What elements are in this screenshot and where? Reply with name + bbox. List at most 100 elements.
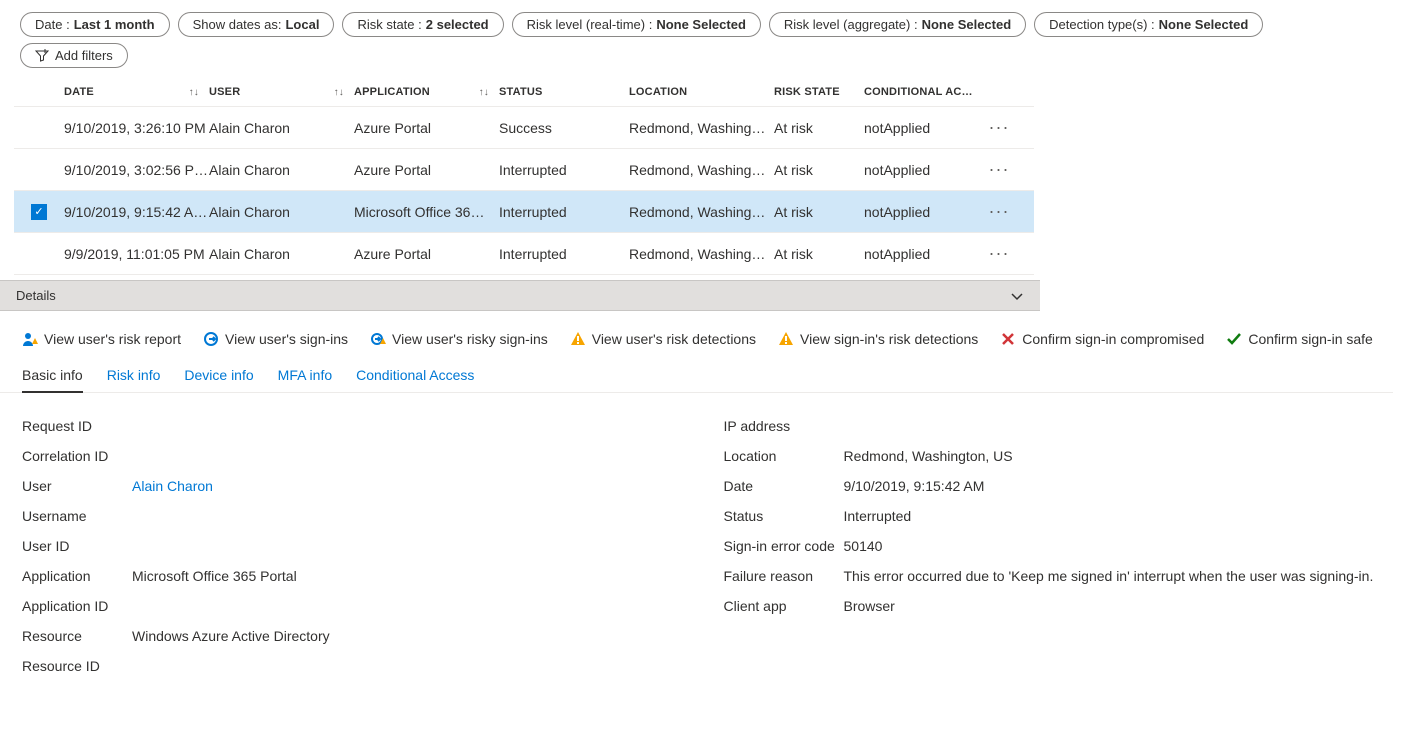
view-signin-risk-detections-button[interactable]: View sign-in's risk detections: [778, 331, 978, 347]
value-request-id: [132, 418, 684, 434]
cell-location: Redmond, Washing…: [629, 120, 774, 136]
cell-risk-state: At risk: [774, 162, 864, 178]
label-resource: Resource: [22, 628, 132, 644]
filter-date[interactable]: Date : Last 1 month: [20, 12, 170, 37]
cell-user: Alain Charon: [209, 162, 354, 178]
tab-basic-info[interactable]: Basic info: [22, 361, 83, 393]
signins-grid: Date ↑↓ User ↑↓ Application ↑↓ Status Locat…: [14, 78, 1034, 280]
value-user-link[interactable]: Alain Charon: [132, 478, 684, 494]
sort-icon[interactable]: ↑↓: [189, 87, 199, 98]
table-row[interactable]: 9/9/2019, 8:48:39 PMAlain CharonAzure Po…: [14, 275, 1034, 280]
cell-user: Alain Charon: [209, 246, 354, 262]
label-failure-reason: Failure reason: [724, 568, 844, 584]
view-user-signins-button[interactable]: View user's sign-ins: [203, 331, 348, 347]
value-username: [132, 508, 684, 524]
cell-location: Redmond, Washing…: [629, 162, 774, 178]
tab-mfa-info[interactable]: MFA info: [278, 361, 332, 392]
cell-date: 9/10/2019, 3:26:10 PM: [64, 120, 209, 136]
sort-icon[interactable]: ↑↓: [479, 87, 489, 98]
row-more-icon[interactable]: ···: [979, 201, 1019, 222]
filter-detection-type[interactable]: Detection type(s) : None Selected: [1034, 12, 1263, 37]
label-user-id: User ID: [22, 538, 132, 554]
cell-date: 9/9/2019, 11:01:05 PM: [64, 246, 209, 262]
signin-icon: [203, 331, 219, 347]
view-user-risk-report-button[interactable]: View user's risk report: [22, 331, 181, 347]
cell-status: Interrupted: [499, 204, 629, 220]
details-panel-header[interactable]: Details: [0, 280, 1040, 311]
confirm-safe-button[interactable]: Confirm sign-in safe: [1226, 331, 1373, 347]
label-date: Date: [724, 478, 844, 494]
label-username: Username: [22, 508, 132, 524]
warning-icon: [778, 331, 794, 347]
table-row[interactable]: 9/9/2019, 11:01:05 PMAlain CharonAzure P…: [14, 233, 1034, 275]
cell-status: Interrupted: [499, 246, 629, 262]
col-user[interactable]: User: [209, 86, 240, 98]
cell-risk-state: At risk: [774, 246, 864, 262]
add-filters-label: Add filters: [55, 48, 113, 63]
cell-application: Azure Portal: [354, 120, 499, 136]
tab-conditional-access[interactable]: Conditional Access: [356, 361, 474, 392]
label-application-id: Application ID: [22, 598, 132, 614]
warning-icon: [570, 331, 586, 347]
filter-show-dates[interactable]: Show dates as: Local: [178, 12, 335, 37]
label-application: Application: [22, 568, 132, 584]
cell-application: Azure Portal: [354, 246, 499, 262]
col-risk-state[interactable]: Risk state: [774, 86, 864, 98]
row-more-icon[interactable]: ···: [979, 243, 1019, 264]
cell-user: Alain Charon: [209, 204, 354, 220]
cell-risk-state: At risk: [774, 204, 864, 220]
value-failure-reason: This error occurred due to 'Keep me sign…: [844, 568, 1386, 584]
add-filters-button[interactable]: Add filters: [20, 43, 128, 68]
details-actions: View user's risk report View user's sign…: [0, 311, 1407, 357]
value-date: 9/10/2019, 9:15:42 AM: [844, 478, 1386, 494]
label-resource-id: Resource ID: [22, 658, 132, 674]
cell-application: Microsoft Office 36…: [354, 204, 499, 220]
chevron-down-icon: [1010, 289, 1024, 303]
table-row[interactable]: 9/10/2019, 9:15:42 A…Alain CharonMicroso…: [14, 191, 1034, 233]
value-error-code: 50140: [844, 538, 1386, 554]
row-more-icon[interactable]: ···: [979, 117, 1019, 138]
label-request-id: Request ID: [22, 418, 132, 434]
label-status: Status: [724, 508, 844, 524]
tab-device-info[interactable]: Device info: [184, 361, 253, 392]
cell-date: 9/10/2019, 9:15:42 A…: [64, 204, 209, 220]
col-date[interactable]: Date: [64, 86, 94, 98]
value-correlation-id: [132, 448, 684, 464]
cell-user: Alain Charon: [209, 120, 354, 136]
confirm-compromised-button[interactable]: Confirm sign-in compromised: [1000, 331, 1204, 347]
tab-risk-info[interactable]: Risk info: [107, 361, 161, 392]
filter-risk-realtime[interactable]: Risk level (real-time) : None Selected: [512, 12, 761, 37]
label-ip: IP address: [724, 418, 844, 434]
col-application[interactable]: Application: [354, 86, 430, 98]
col-location[interactable]: Location: [629, 86, 774, 98]
filter-risk-state[interactable]: Risk state : 2 selected: [342, 12, 503, 37]
view-user-risky-signins-button[interactable]: View user's risky sign-ins: [370, 331, 548, 347]
value-resource: Windows Azure Active Directory: [132, 628, 684, 644]
table-row[interactable]: 9/10/2019, 3:26:10 PMAlain CharonAzure P…: [14, 107, 1034, 149]
add-filter-icon: [35, 49, 49, 63]
basic-info-panel: Request ID Correlation ID UserAlain Char…: [0, 393, 1407, 699]
sort-icon[interactable]: ↑↓: [334, 87, 344, 98]
table-row[interactable]: 9/10/2019, 3:02:56 P…Alain CharonAzure P…: [14, 149, 1034, 191]
filter-risk-aggregate[interactable]: Risk level (aggregate) : None Selected: [769, 12, 1026, 37]
label-error-code: Sign-in error code: [724, 538, 844, 554]
col-conditional-access[interactable]: Conditional Acce…: [864, 86, 979, 98]
cell-conditional: notApplied: [864, 246, 979, 262]
grid-header: Date ↑↓ User ↑↓ Application ↑↓ Status Locat…: [14, 78, 1034, 107]
cell-location: Redmond, Washing…: [629, 246, 774, 262]
row-more-icon[interactable]: ···: [979, 159, 1019, 180]
cell-status: Interrupted: [499, 162, 629, 178]
view-user-risk-detections-button[interactable]: View user's risk detections: [570, 331, 756, 347]
cell-status: Success: [499, 120, 629, 136]
cell-date: 9/10/2019, 3:02:56 P…: [64, 162, 209, 178]
col-status[interactable]: Status: [499, 86, 629, 98]
cell-conditional: notApplied: [864, 120, 979, 136]
details-label: Details: [16, 288, 56, 303]
value-client-app: Browser: [844, 598, 1386, 614]
label-user: User: [22, 478, 132, 494]
row-checkbox[interactable]: [31, 204, 47, 220]
x-icon: [1000, 331, 1016, 347]
value-application-id: [132, 598, 684, 614]
label-correlation-id: Correlation ID: [22, 448, 132, 464]
value-application: Microsoft Office 365 Portal: [132, 568, 684, 584]
